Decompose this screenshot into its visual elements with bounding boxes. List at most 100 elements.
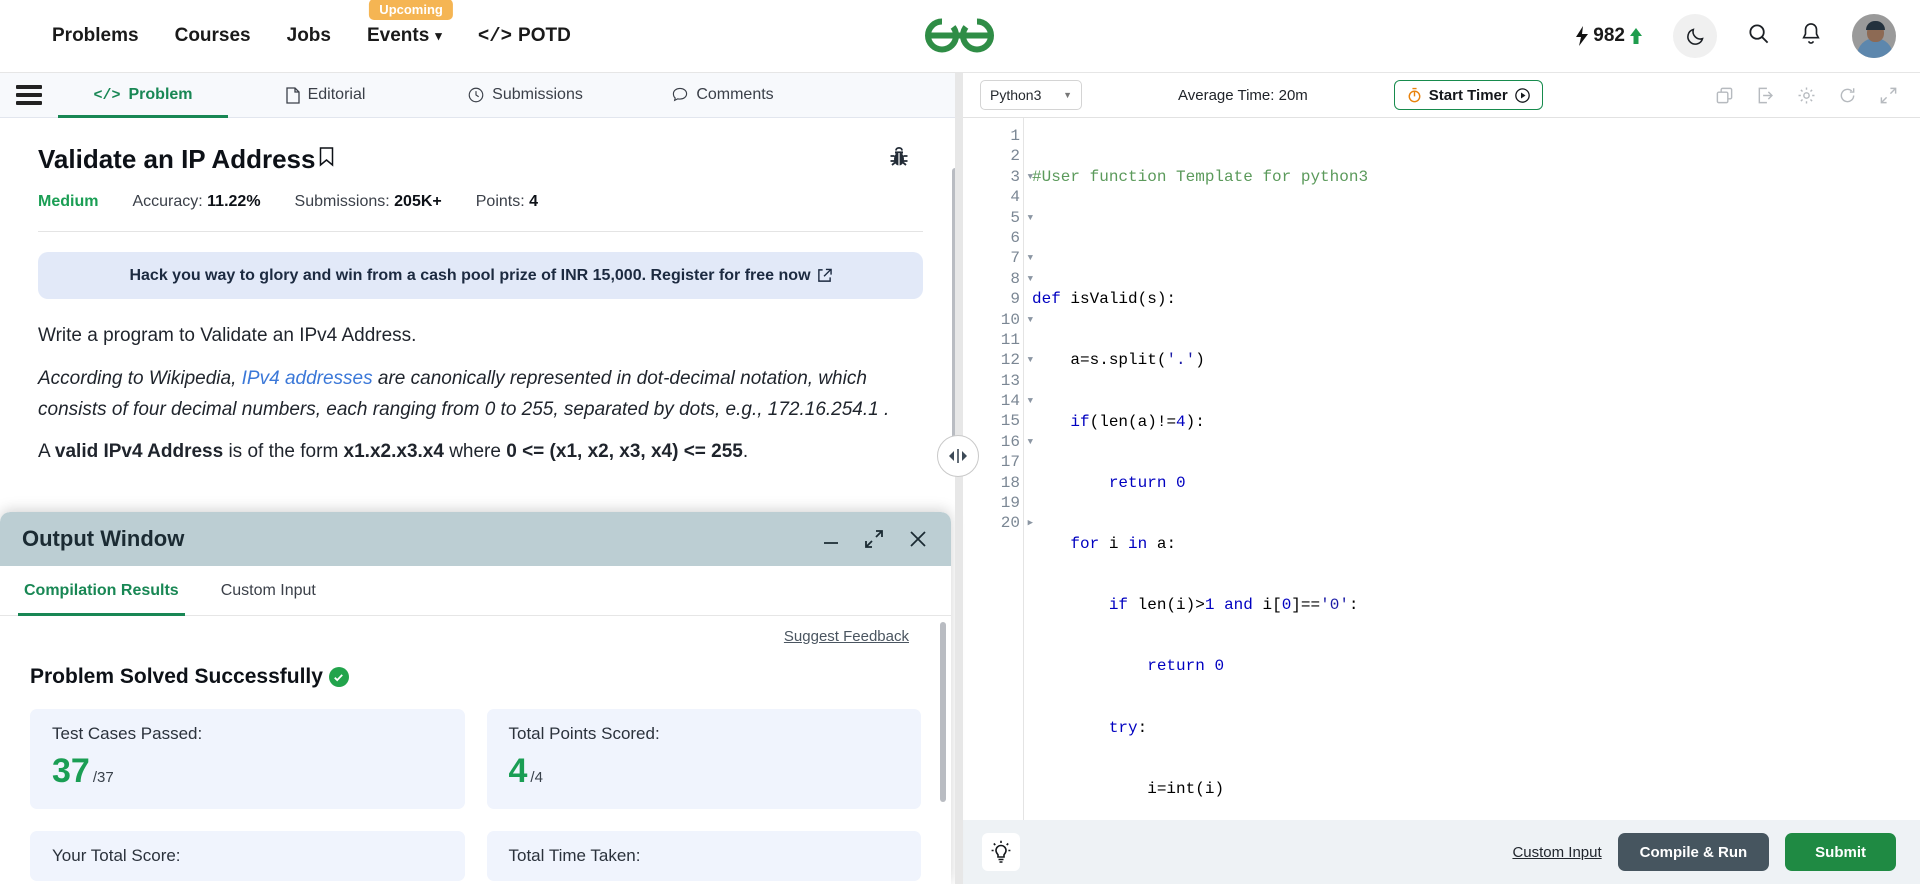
problem-tab-bar: </> Problem Editorial Submissions Commen…	[0, 73, 961, 118]
accuracy-stat: Accuracy: 11.22%	[132, 193, 260, 211]
nav-label-courses: Courses	[174, 25, 251, 46]
bug-report-icon[interactable]	[889, 146, 909, 173]
pane-splitter[interactable]	[955, 73, 963, 884]
upcoming-badge: Upcoming	[369, 0, 453, 20]
editor-toolbar: Python3 ▼ Average Time: 20m Start Timer	[962, 73, 1920, 118]
import-icon[interactable]	[1756, 86, 1775, 105]
result-suffix: /37	[92, 769, 114, 786]
accuracy-value: 11.22%	[207, 193, 261, 210]
result-label: Total Points Scored:	[508, 724, 660, 743]
line-number: 12 ▼	[1000, 351, 1033, 370]
code-line: i=int(i)	[1032, 779, 1225, 798]
gear-icon[interactable]	[1797, 86, 1816, 105]
notifications-button[interactable]	[1800, 22, 1822, 51]
points-label: Points:	[475, 193, 525, 210]
code-line: for i in a:	[1070, 535, 1177, 554]
tab-label-custom-input: Custom Input	[220, 581, 316, 599]
nav-item-courses[interactable]: Courses	[175, 25, 251, 47]
output-window-content: Suggest Feedback Problem Solved Successf…	[0, 616, 951, 884]
lightning-icon	[1576, 26, 1589, 46]
desc3-a: A	[38, 441, 55, 463]
reset-icon[interactable]	[1838, 86, 1857, 105]
bookmark-icon[interactable]	[319, 147, 334, 172]
line-number: 9	[1010, 290, 1020, 309]
avatar[interactable]	[1852, 14, 1896, 58]
comment-icon	[673, 87, 688, 102]
line-number: 6	[1010, 228, 1020, 247]
custom-input-link[interactable]: Custom Input	[1512, 844, 1601, 861]
code-icon: </>	[93, 86, 121, 104]
ipv4-addresses-link[interactable]: IPv4 addresses	[242, 368, 373, 389]
tab-comments[interactable]: Comments	[628, 73, 818, 117]
external-link-icon	[817, 268, 832, 282]
page-title: Validate an IP Address	[38, 144, 316, 174]
tab-editorial[interactable]: Editorial	[228, 73, 423, 117]
points-value: 4	[529, 193, 539, 210]
document-icon	[285, 86, 300, 104]
line-number: 2	[1010, 147, 1020, 166]
output-scrollbar[interactable]	[940, 622, 946, 802]
tab-compilation-results[interactable]: Compilation Results	[18, 566, 185, 616]
copy-icon[interactable]	[1715, 86, 1734, 105]
fullscreen-icon[interactable]	[1879, 86, 1898, 105]
search-button[interactable]	[1747, 22, 1770, 50]
line-number: 8 ▼	[1010, 269, 1033, 288]
submissions-stat: Submissions: 205K+	[295, 193, 442, 211]
geeksforgeeks-logo[interactable]	[919, 14, 1001, 59]
compile-and-run-button[interactable]: Compile & Run	[1617, 833, 1770, 871]
submissions-label: Submissions:	[294, 193, 390, 210]
tab-problem[interactable]: </> Problem	[58, 73, 228, 118]
line-number: 19	[1000, 494, 1020, 513]
status-badge: Problem Solved Successfully	[30, 665, 323, 688]
code-line: try:	[1108, 718, 1148, 737]
desc3-d: x1.x2.x3.x4	[343, 441, 444, 463]
splitter-handle[interactable]	[937, 435, 979, 477]
hamburger-menu-button[interactable]	[0, 73, 58, 117]
hamburger-line	[16, 101, 42, 105]
result-card-total-score: Your Total Score:	[30, 831, 465, 881]
minimize-icon[interactable]	[821, 529, 841, 549]
code-line: if len(i)>1 and i[0]=='0':	[1108, 596, 1359, 615]
result-card-total-time: Total Time Taken:	[486, 831, 921, 881]
suggest-feedback-link[interactable]: Suggest Feedback	[30, 628, 909, 645]
tab-submissions[interactable]: Submissions	[423, 73, 628, 117]
code-line: #User function Template for python3	[1032, 167, 1369, 186]
result-card-test-cases: Test Cases Passed: 37 /37	[30, 709, 465, 809]
desc-pre: According to Wikipedia,	[38, 367, 242, 389]
result-value-wrap: 37 /37	[52, 752, 443, 791]
streak-counter[interactable]: 982	[1575, 25, 1643, 47]
submit-button[interactable]: Submit	[1785, 833, 1896, 871]
start-timer-button[interactable]: Start Timer	[1393, 80, 1543, 110]
code-content[interactable]: #User function Template for python3 def …	[1024, 118, 1920, 820]
nav-item-jobs[interactable]: Jobs	[287, 25, 331, 47]
nav-item-potd[interactable]: </> POTD	[478, 25, 571, 47]
code-line: return 0	[1108, 473, 1186, 492]
hamburger-line	[16, 85, 42, 89]
nav-item-problems[interactable]: Problems	[52, 25, 139, 47]
lightbulb-icon	[991, 840, 1011, 863]
line-number: 13	[1000, 371, 1020, 390]
output-window-title: Output Window	[22, 526, 185, 551]
promo-banner[interactable]: Hack you way to glory and win from a cas…	[38, 252, 923, 299]
top-navigation-bar: Problems Courses Jobs Upcoming Events ▾ …	[0, 0, 1920, 73]
close-icon[interactable]	[907, 528, 929, 550]
desc3-b: valid IPv4 Address	[54, 441, 224, 463]
start-timer-label: Start Timer	[1428, 86, 1508, 104]
up-arrow-icon	[1630, 28, 1642, 44]
line-number: 20 ▶	[1000, 514, 1033, 533]
dark-mode-toggle[interactable]	[1673, 14, 1717, 58]
accuracy-label: Accuracy:	[132, 193, 203, 210]
language-select[interactable]: Python3 ▼	[980, 80, 1082, 110]
check-circle-icon	[328, 667, 349, 687]
points-stat: Points: 4	[476, 193, 538, 211]
desc-paragraph-3: A valid IPv4 Address is of the form x1.x…	[38, 437, 923, 468]
code-line: if(len(a)!=4):	[1070, 412, 1205, 431]
expand-icon[interactable]	[863, 528, 885, 550]
hint-lightbulb-button[interactable]	[982, 833, 1020, 871]
editor-icon-actions	[1715, 86, 1898, 105]
code-editor-area[interactable]: 1 2 3 ▼ 4 5 ▼ 6 7 ▼ 8 ▼ 9 10 ▼ 11 12 ▼ 13 14 ▼ …	[962, 118, 1920, 820]
nav-item-events[interactable]: Upcoming Events ▾	[367, 0, 453, 47]
tab-label-comments: Comments	[696, 86, 774, 103]
tab-custom-input[interactable]: Custom Input	[215, 566, 322, 615]
chevron-down-icon: ▼	[1063, 90, 1072, 100]
